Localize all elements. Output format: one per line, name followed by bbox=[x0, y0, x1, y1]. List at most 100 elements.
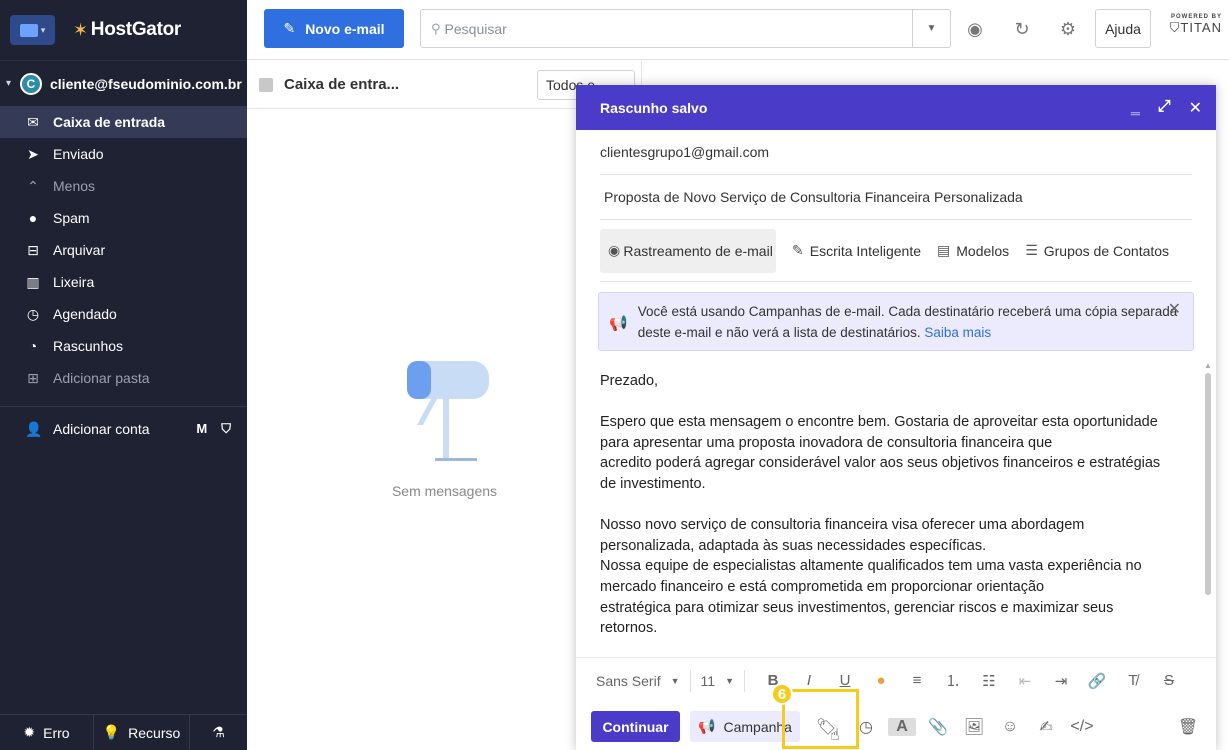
search-options-dropdown[interactable]: ▼ bbox=[912, 10, 950, 47]
labs-button[interactable]: ⚗ bbox=[190, 715, 247, 750]
sidebar-item-less[interactable]: ⌃ Menos bbox=[0, 170, 247, 202]
image-icon[interactable]: 🖼 bbox=[956, 717, 992, 737]
refresh-icon[interactable]: ↻ bbox=[1011, 18, 1033, 40]
compose-title: Rascunho salvo bbox=[600, 99, 708, 116]
numbered-list-icon[interactable]: ⒈ bbox=[935, 670, 971, 691]
font-family-select[interactable]: Sans Serif ▼ bbox=[596, 673, 680, 689]
gmail-icon[interactable]: M bbox=[196, 421, 207, 437]
emoji-icon[interactable]: ☺ bbox=[992, 718, 1028, 736]
continue-button[interactable]: Continuar bbox=[591, 711, 680, 742]
campaign-notice: 📢 Você está usando Campanhas de e-mail. … bbox=[598, 292, 1194, 351]
sidebar: ▾ ✶ HostGator ▾ C cliente@fseudominio.co… bbox=[0, 0, 247, 750]
divider bbox=[0, 406, 247, 407]
contact-groups-button[interactable]: ☰ Grupos de Contatos bbox=[1025, 242, 1169, 259]
sidebar-item-drafts[interactable]: ◔ Rascunhos bbox=[0, 330, 247, 362]
add-folder-icon: ⊞ bbox=[27, 369, 39, 386]
trash-icon: ▥ bbox=[26, 273, 40, 290]
feature-request-button[interactable]: 💡 Recurso bbox=[94, 715, 190, 750]
select-all-checkbox[interactable] bbox=[259, 77, 273, 92]
app-switcher-button[interactable]: ▾ bbox=[10, 15, 55, 45]
help-button[interactable]: Ajuda bbox=[1095, 9, 1151, 48]
add-account-button[interactable]: 👤 Adicionar conta M ⛉ bbox=[0, 413, 247, 445]
bullet-list-icon[interactable]: ☷ bbox=[971, 672, 1007, 690]
send-icon: ➤ bbox=[27, 145, 39, 162]
titan-icon[interactable]: ⛉ bbox=[221, 421, 231, 437]
text-color-icon[interactable]: ● bbox=[863, 672, 899, 689]
search-input[interactable] bbox=[440, 10, 912, 47]
sidebar-item-sent[interactable]: ➤ Enviado bbox=[0, 138, 247, 170]
font-size-select[interactable]: 11 ▼ bbox=[701, 673, 734, 689]
drafts-icon: ◔ bbox=[28, 338, 38, 354]
body-line: para apresentar uma proposta inovadora d… bbox=[600, 434, 1053, 451]
sidebar-item-label: Spam bbox=[53, 210, 90, 226]
email-body-editor[interactable]: Prezado, Espero que esta mensagem o enco… bbox=[600, 371, 1190, 651]
top-bar: ✎ Novo e-mail ⚲ ▼ ◉ ↻ ⚙ Ajuda POWERED BY… bbox=[247, 0, 1229, 60]
body-line: acredito poderá agregar considerável val… bbox=[600, 455, 1161, 472]
body-line: mercado financeiro e está comprometida e… bbox=[600, 578, 1045, 595]
underline-icon[interactable]: U bbox=[827, 672, 863, 689]
strikethrough-icon[interactable]: S bbox=[1151, 672, 1187, 689]
text-format-icon[interactable]: A bbox=[888, 717, 916, 736]
sidebar-item-archive[interactable]: ⊟ Arquivar bbox=[0, 234, 247, 266]
brand-bar: ▾ ✶ HostGator bbox=[0, 0, 247, 60]
outdent-icon[interactable]: ⇤ bbox=[1007, 672, 1043, 690]
chevron-down-icon: ▾ bbox=[6, 78, 12, 89]
flask-icon: ⚗ bbox=[212, 724, 225, 740]
mail-icon bbox=[19, 23, 38, 37]
sidebar-item-spam[interactable]: ● Spam bbox=[0, 202, 247, 234]
learn-more-link[interactable]: Saiba mais bbox=[924, 325, 991, 340]
sidebar-item-label: Rascunhos bbox=[53, 338, 124, 354]
add-account-label: Adicionar conta bbox=[53, 421, 150, 437]
code-icon[interactable]: </> bbox=[1064, 718, 1100, 736]
new-email-button[interactable]: ✎ Novo e-mail bbox=[264, 9, 404, 48]
chevron-up-icon: ⌃ bbox=[27, 177, 39, 194]
sidebar-item-inbox[interactable]: ✉ Caixa de entrada bbox=[0, 106, 247, 138]
link-icon[interactable]: 🔗 bbox=[1079, 672, 1115, 690]
scrollbar-thumb[interactable] bbox=[1205, 373, 1211, 595]
to-field[interactable]: clientesgrupo1@gmail.com bbox=[600, 130, 1192, 175]
body-line: Nossa equipe de especialistas altamente … bbox=[600, 558, 1142, 575]
contact-groups-label: Grupos de Contatos bbox=[1043, 242, 1170, 259]
preview-eye-icon[interactable]: ◉ bbox=[964, 18, 986, 40]
inbox-icon: ✉ bbox=[27, 113, 39, 130]
smart-write-button[interactable]: ✎ Escrita Inteligente bbox=[792, 242, 921, 259]
sidebar-item-add-folder[interactable]: ⊞ Adicionar pasta bbox=[0, 362, 247, 394]
megaphone-icon: 📢 bbox=[698, 718, 716, 734]
scroll-up-icon[interactable]: ▲ bbox=[1204, 361, 1212, 370]
discard-trash-icon[interactable]: 🗑 bbox=[1170, 717, 1206, 737]
account-row[interactable]: ▾ C cliente@fseudominio.com.br bbox=[0, 60, 247, 106]
divider bbox=[689, 669, 691, 692]
signature-icon[interactable]: ✍ bbox=[1028, 717, 1064, 737]
subject-field[interactable]: Proposta de Novo Serviço de Consultoria … bbox=[600, 175, 1192, 220]
gator-icon: ✶ bbox=[73, 19, 88, 40]
scheduled-icon: ◷ bbox=[26, 305, 40, 322]
body-line: personalizada, adaptada às suas necessid… bbox=[600, 537, 987, 554]
report-error-button[interactable]: ✹ Erro bbox=[0, 715, 94, 750]
gear-icon[interactable]: ⚙ bbox=[1057, 18, 1079, 40]
sidebar-item-trash[interactable]: ▥ Lixeira bbox=[0, 266, 247, 298]
close-icon[interactable]: ✕ bbox=[1189, 98, 1202, 118]
templates-icon: ▤ bbox=[937, 242, 951, 258]
clear-format-icon[interactable]: T̸ bbox=[1115, 672, 1151, 689]
indent-icon[interactable]: ⇥ bbox=[1043, 672, 1079, 690]
expand-icon[interactable]: ⤢ bbox=[1158, 98, 1171, 118]
templates-button[interactable]: ▤ Modelos bbox=[937, 242, 1009, 259]
smart-write-icon: ✎ bbox=[792, 242, 804, 258]
body-line: estratégica para otimizar seus investime… bbox=[600, 599, 1114, 616]
chevron-down-icon: ▼ bbox=[670, 675, 680, 686]
bug-icon: ✹ bbox=[23, 724, 36, 740]
align-icon[interactable]: ≡ bbox=[899, 672, 935, 689]
italic-icon[interactable]: I bbox=[791, 672, 827, 689]
powered-by-titan-logo: POWERED BY ⛉TITAN bbox=[1164, 14, 1222, 36]
compose-window-controls: ‗ ⤢ ✕ bbox=[1131, 98, 1202, 118]
divider bbox=[743, 669, 745, 692]
email-tracking-label: Rastreamento de e-mail bbox=[623, 242, 773, 259]
close-notice-icon[interactable]: ✕ bbox=[1168, 299, 1181, 320]
feature-request-label: Recurso bbox=[128, 724, 181, 741]
sidebar-item-scheduled[interactable]: ◷ Agendado bbox=[0, 298, 247, 330]
minimize-icon[interactable]: ‗ bbox=[1131, 98, 1140, 118]
attachment-icon[interactable]: 📎 bbox=[920, 717, 956, 737]
body-scrollbar[interactable]: ▲ bbox=[1204, 361, 1212, 651]
body-greeting: Prezado, bbox=[600, 373, 659, 389]
email-tracking-button[interactable]: ◉ Rastreamento de e-mail bbox=[600, 228, 776, 273]
